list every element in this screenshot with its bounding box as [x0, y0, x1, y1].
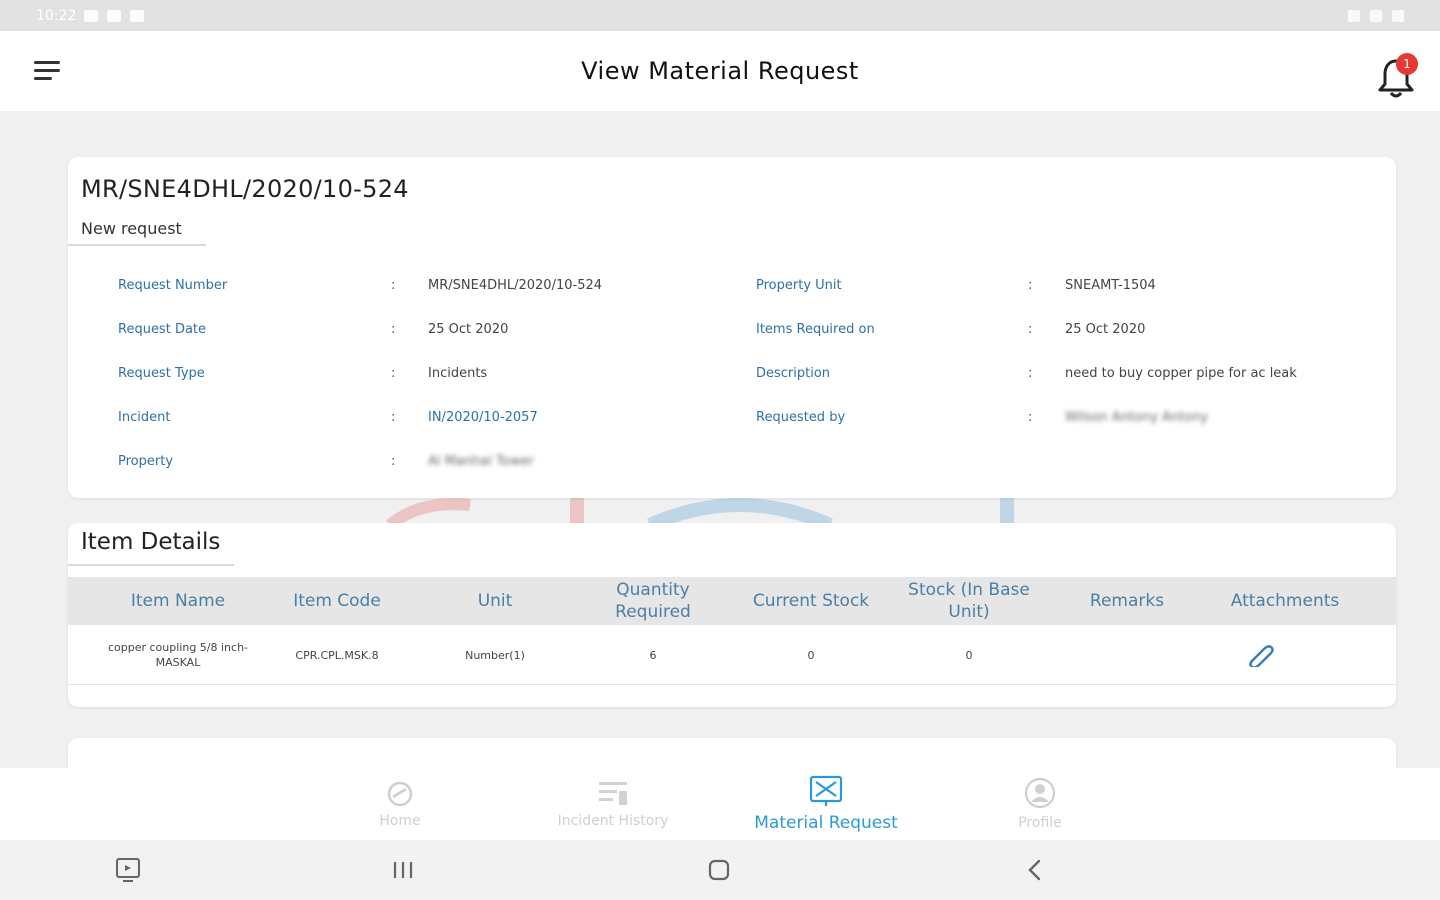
field-colon: : [391, 453, 396, 469]
item-details-title: Item Details [81, 529, 221, 555]
paperclip-icon[interactable] [1245, 643, 1275, 667]
cell-remarks [1048, 625, 1206, 685]
image-status-icon [130, 9, 145, 22]
column-header: Current Stock [752, 591, 870, 611]
item-details-card: Item Details Item Name Item Code Unit Qu… [68, 523, 1396, 707]
section-underline [68, 564, 234, 566]
incident-history-icon [599, 782, 627, 805]
bottom-navigation: Home Incident History Material Request P… [0, 768, 1440, 840]
cell-item-name: copper coupling 5/8 inch-MASKAL [107, 641, 249, 669]
column-header: Item Code [293, 591, 381, 611]
page-title: View Material Request [581, 57, 859, 85]
cell-unit: Number(1) [465, 648, 525, 662]
field-value: need to buy copper pipe for ac leak [1065, 365, 1297, 381]
request-status-label: New request [68, 215, 206, 246]
field-label: Property [118, 453, 174, 469]
notification-badge: 1 [1396, 53, 1418, 75]
field-value: Wilson Antony Antony [1065, 409, 1209, 425]
field-colon: : [1028, 321, 1033, 337]
field-property-unit: Property Unit : SNEAMT-1504 [68, 275, 1396, 295]
system-navigation-bar [0, 840, 1440, 900]
recents-icon[interactable] [390, 856, 416, 884]
cell-item-code: CPR.CPL.MSK.8 [295, 648, 379, 662]
field-label: Property Unit [756, 277, 842, 293]
field-description: Description : need to buy copper pipe fo… [68, 363, 1396, 383]
wifi-icon [1370, 9, 1382, 22]
field-requested-by: Requested by : Wilson Antony Antony [68, 407, 1396, 427]
background-watermark [386, 495, 1014, 525]
app-bar: View Material Request 1 [0, 31, 1440, 111]
home-icon [387, 781, 413, 807]
profile-icon [1024, 777, 1056, 809]
request-number-heading: MR/SNE4DHL/2020/10-524 [81, 175, 409, 203]
field-colon: : [1028, 365, 1033, 381]
field-label: Description [756, 365, 831, 381]
menu-icon[interactable] [34, 61, 60, 81]
nav-incident-history[interactable]: Incident History [540, 768, 686, 840]
column-header: Attachments [1230, 591, 1340, 611]
column-header: Item Name [130, 591, 226, 611]
nav-home[interactable]: Home [350, 768, 450, 840]
nav-label: Home [379, 813, 421, 829]
material-request-icon [809, 775, 843, 806]
table-row: copper coupling 5/8 inch-MASKAL CPR.CPL.… [68, 625, 1396, 685]
field-value: SNEAMT-1504 [1065, 277, 1156, 293]
field-value: Al Manhal Tower [428, 453, 534, 469]
field-colon: : [1028, 409, 1033, 425]
nav-profile[interactable]: Profile [990, 768, 1090, 840]
column-header: Quantity Required [615, 580, 691, 622]
notification-bell-button[interactable]: 1 [1376, 53, 1418, 101]
column-header: Unit [477, 591, 513, 611]
back-icon[interactable] [1022, 856, 1048, 884]
screenshot-icon[interactable] [114, 856, 142, 884]
notification-status-icon [84, 9, 99, 22]
battery-icon [1392, 9, 1404, 22]
field-colon: : [1028, 277, 1033, 293]
cell-attachments [1206, 625, 1314, 685]
field-value: 25 Oct 2020 [1065, 321, 1146, 337]
nav-material-request[interactable]: Material Request [746, 768, 906, 840]
nav-label: Profile [1018, 815, 1062, 831]
column-header: Stock (In Base Unit) [908, 580, 1030, 622]
request-info-card: MR/SNE4DHL/2020/10-524 New request Reque… [68, 157, 1396, 498]
cell-stock-base-unit: 0 [965, 648, 973, 662]
nav-label: Incident History [557, 813, 669, 829]
field-items-required-on: Items Required on : 25 Oct 2020 [68, 319, 1396, 339]
status-time: 10:22 [36, 7, 77, 24]
field-property: Property : Al Manhal Tower [68, 451, 768, 471]
home-button-icon[interactable] [705, 856, 733, 884]
bluetooth-icon [1348, 9, 1360, 22]
nav-label: Material Request [754, 813, 898, 833]
field-label: Items Required on [756, 321, 875, 337]
media-status-icon [107, 9, 122, 22]
cell-current-stock: 0 [807, 648, 815, 662]
cell-quantity-required: 6 [649, 648, 657, 662]
column-header: Remarks [1089, 591, 1165, 611]
status-bar: 10:22 [0, 0, 1440, 31]
table-header: Item Name Item Code Unit Quantity Requir… [68, 577, 1396, 625]
field-label: Requested by [756, 409, 846, 425]
